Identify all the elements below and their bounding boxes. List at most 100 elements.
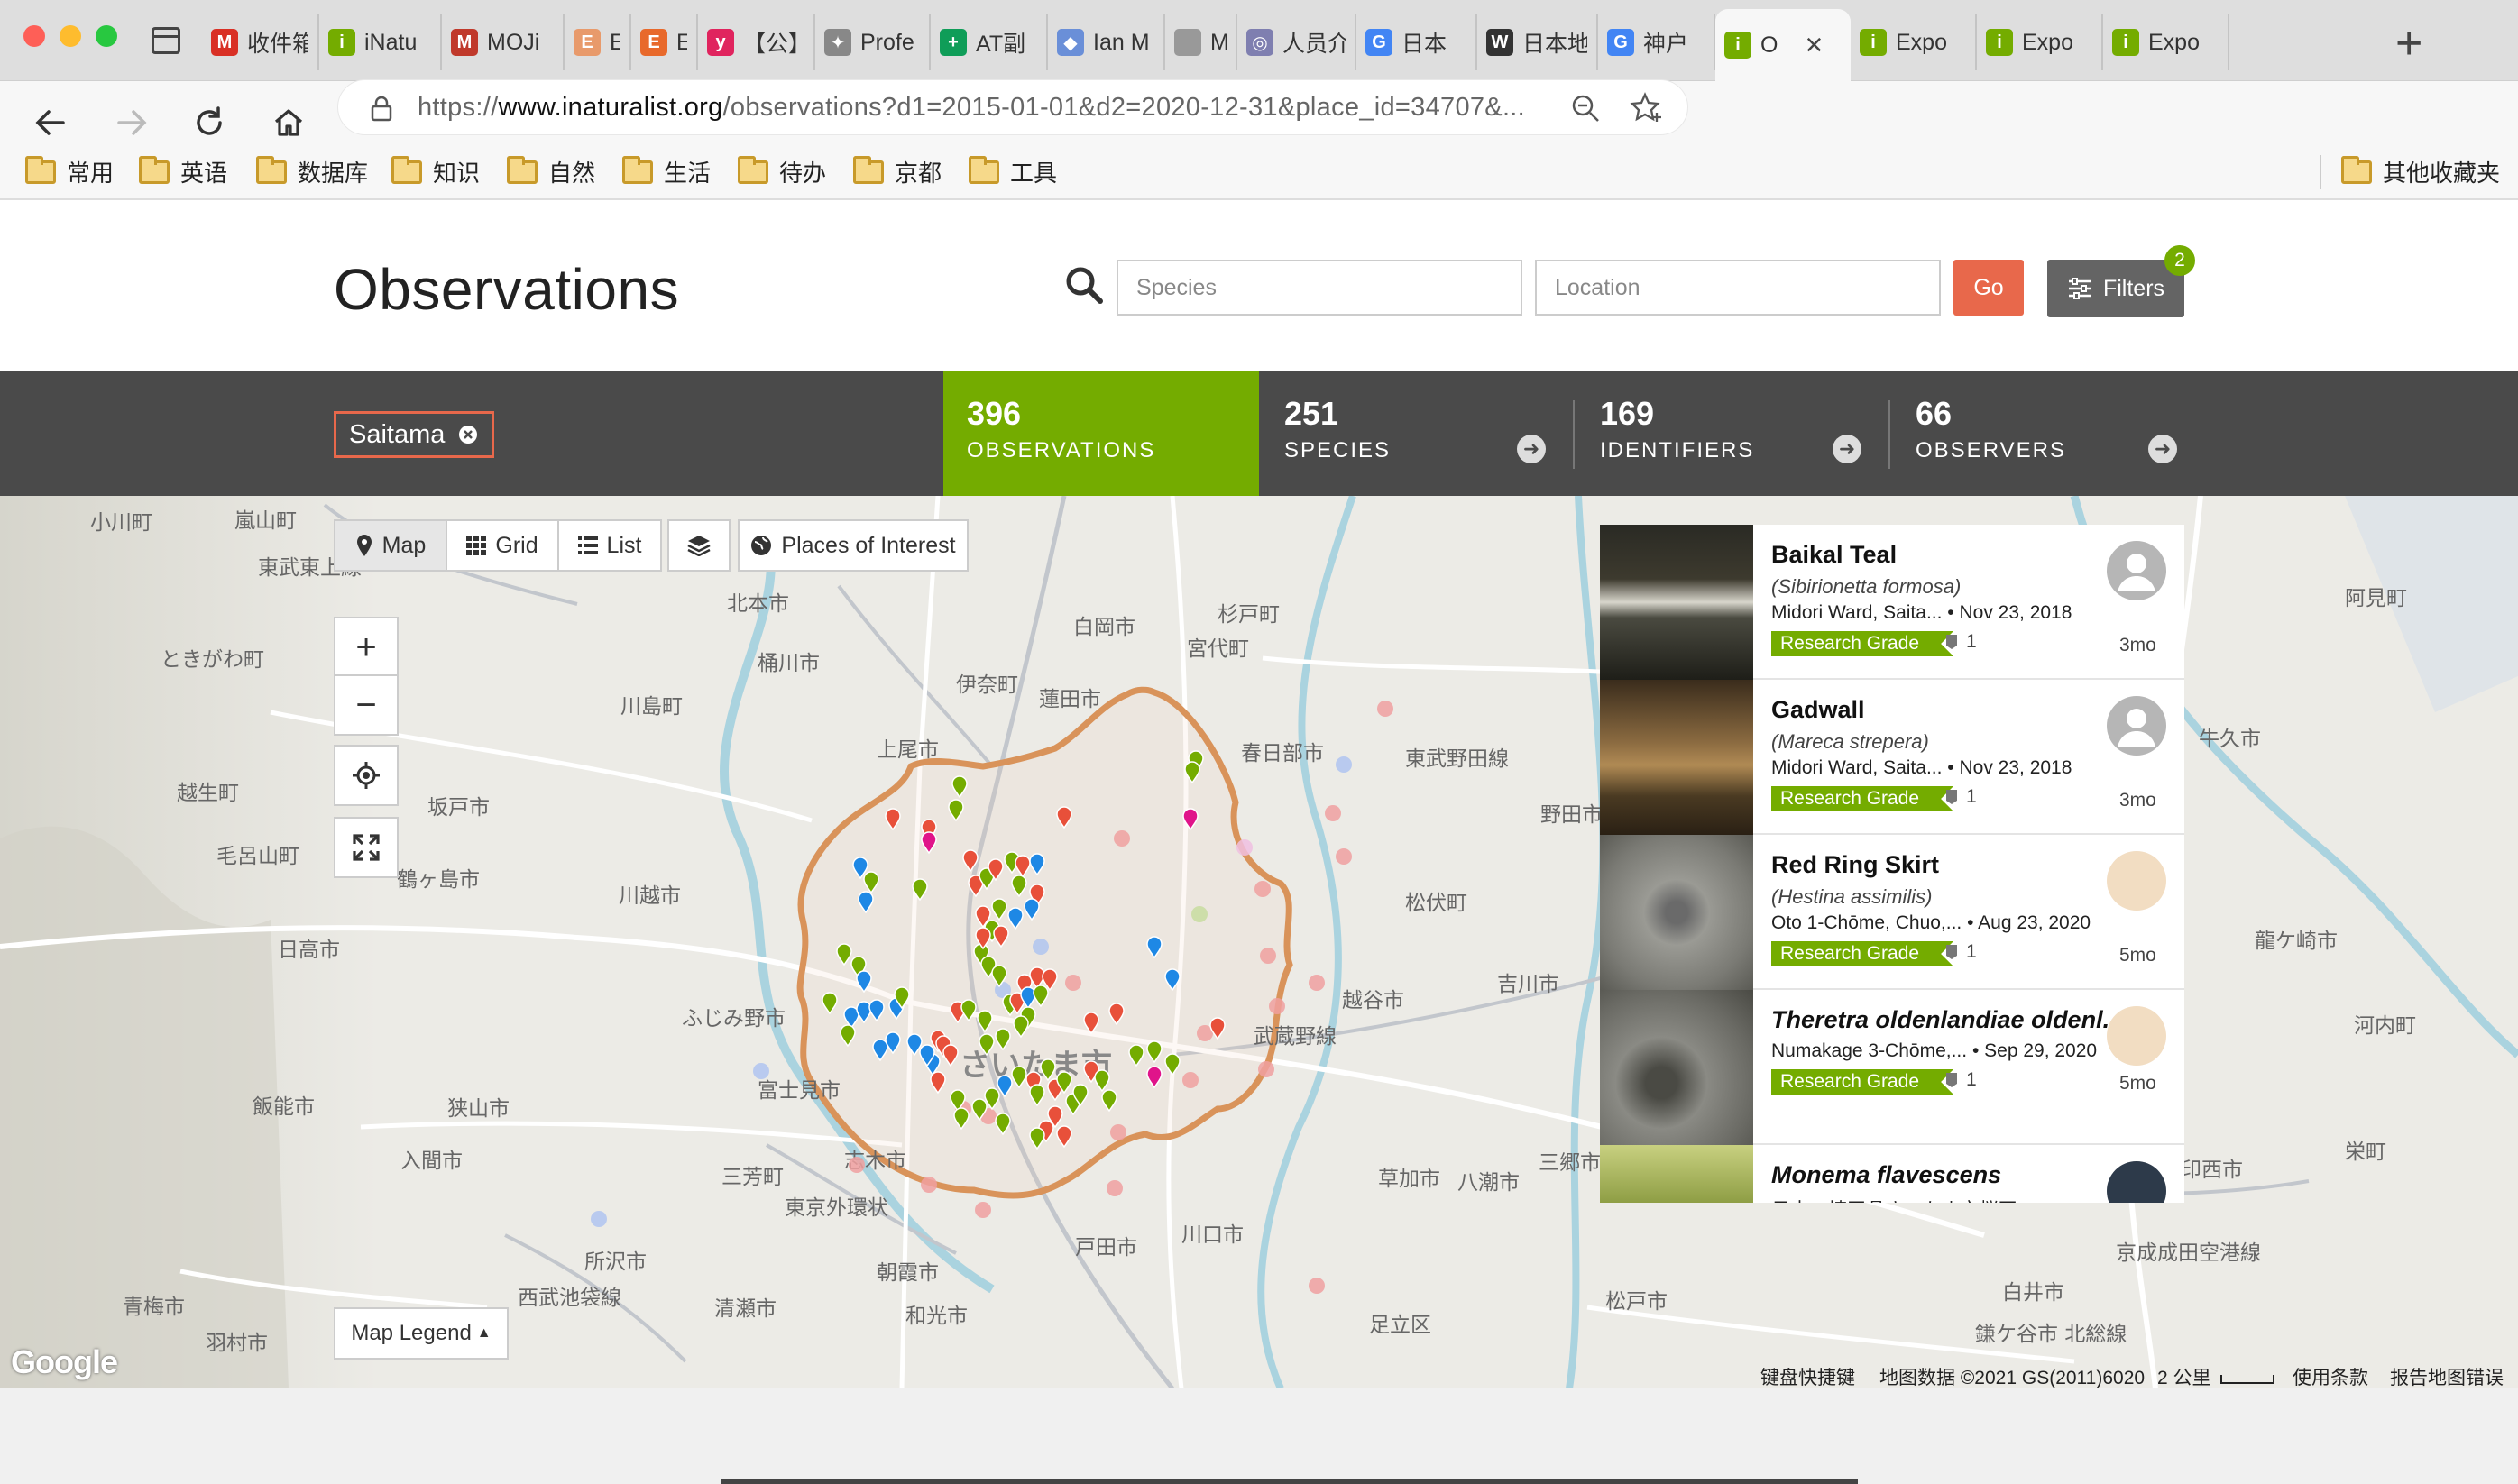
observation-marker[interactable] [856,1001,872,1024]
bookmark-folder[interactable]: 京都 [853,155,942,188]
observation-marker[interactable] [1094,1069,1110,1093]
zoom-out-button[interactable]: − [334,674,399,736]
observation-card[interactable]: Gadwall (Mareca strepera) Midori Ward, Sai… [1600,680,2184,835]
browser-tab[interactable]: i iNatu [319,14,442,70]
zoom-in-button[interactable]: + [334,617,399,678]
observation-photo[interactable] [1600,525,1753,680]
stat-tab-observations[interactable]: 396 OBSERVATIONS [943,371,1259,496]
observation-cluster-dot[interactable] [921,1177,937,1193]
filters-button[interactable]: Filters [2047,260,2184,317]
observation-cluster-dot[interactable] [1182,1072,1199,1088]
go-button[interactable]: Go [1953,260,2024,316]
observation-marker[interactable] [868,999,885,1022]
observation-cluster-dot[interactable] [1065,975,1081,991]
observation-name[interactable]: Red Ring Skirt [1771,851,1939,879]
forward-button[interactable] [106,97,157,148]
observation-marker[interactable] [1007,907,1024,930]
observation-marker[interactable] [1029,1127,1045,1150]
bookmark-folder[interactable]: 待办 [738,155,826,188]
observation-name[interactable]: Monema flavescens [1771,1161,2001,1189]
report-map-error-link[interactable]: 报告地图错误 [2390,1363,2504,1388]
observation-marker[interactable] [1182,808,1199,831]
observation-marker[interactable] [863,871,879,894]
browser-tab[interactable]: i Expo [1851,14,1977,70]
observation-marker[interactable] [1040,1058,1056,1082]
observer-avatar[interactable] [2107,696,2166,756]
observation-cluster-dot[interactable] [1309,1278,1325,1294]
fullscreen-button[interactable] [334,817,399,878]
observation-cluster-dot[interactable] [1107,1180,1123,1196]
observation-marker[interactable] [1011,1066,1027,1089]
reload-button[interactable] [184,97,234,148]
observation-cluster-dot[interactable] [1377,701,1393,717]
lock-icon[interactable] [369,95,394,122]
browser-tab[interactable]: E Effec [631,14,698,70]
observation-cluster-dot[interactable] [1191,906,1208,922]
stat-tab-species[interactable]: 251 SPECIES ➜ [1261,371,1576,496]
observation-cluster-dot[interactable] [1269,998,1285,1014]
observation-marker[interactable] [1146,1066,1163,1089]
remove-place-icon[interactable] [457,424,479,445]
observation-marker[interactable] [885,808,901,831]
bookmark-folder[interactable]: 自然 [507,155,595,188]
observation-marker[interactable] [1056,1125,1072,1149]
back-button[interactable] [25,97,76,148]
close-window-button[interactable] [23,25,45,47]
observation-marker[interactable] [885,1031,901,1055]
add-favorite-icon[interactable] [1630,91,1664,125]
observation-photo[interactable] [1600,990,1753,1145]
observation-list[interactable]: Baikal Teal (Sibirionetta formosa) Midori … [1600,525,2184,1203]
stat-tab-observers[interactable]: 66 OBSERVERS ➜ [1892,371,2208,496]
map-view-button[interactable]: Map [334,519,447,572]
observation-marker[interactable] [1029,853,1045,876]
observation-marker[interactable] [1056,806,1072,829]
observation-marker[interactable] [1146,1040,1163,1064]
observation-marker[interactable] [1013,1015,1029,1039]
places-of-interest-button[interactable]: Places of Interest [738,519,969,572]
observation-card[interactable]: Monema flavescens 日本、埼玉県さいたま市桜区 [1600,1145,2184,1203]
observation-marker[interactable] [912,878,928,902]
observation-cluster-dot[interactable] [1236,839,1253,856]
observation-cluster-dot[interactable] [753,1063,769,1079]
observation-cluster-dot[interactable] [849,1157,865,1173]
browser-tab[interactable]: W 日本地 [1477,14,1598,70]
grid-view-button[interactable]: Grid [446,519,559,572]
browser-tab[interactable]: ✦ Profe [815,14,931,70]
observation-marker[interactable] [942,1044,959,1067]
bookmark-folder[interactable]: 英语 [139,155,227,188]
observation-marker[interactable] [930,1071,946,1095]
browser-tab[interactable]: ◆ Ian M [1048,14,1165,70]
observation-marker[interactable] [1083,1012,1099,1035]
address-bar[interactable]: https://www.inaturalist.org/observations… [337,79,1688,135]
bookmark-folder[interactable]: 知识 [391,155,480,188]
browser-tab[interactable]: M MOJi [442,14,565,70]
observation-cluster-dot[interactable] [1258,1061,1274,1077]
observation-marker[interactable] [1128,1044,1144,1067]
map-layers-button[interactable] [667,519,731,572]
bookmark-folder[interactable]: 数据库 [256,155,368,188]
place-filter-chip[interactable]: Saitama [334,411,495,458]
close-tab-icon[interactable]: × [1805,28,1823,63]
observation-cluster-dot[interactable] [1309,975,1325,991]
observation-marker[interactable] [1024,898,1040,921]
observation-marker[interactable] [995,1113,1011,1136]
tab-actions-icon[interactable] [152,27,180,54]
bookmark-folder[interactable]: 常用 [25,155,114,188]
browser-tab[interactable]: G 神户 [1598,14,1715,70]
observation-cluster-dot[interactable] [1325,805,1341,821]
observer-avatar[interactable] [2107,1161,2166,1203]
observation-marker[interactable] [840,1024,856,1048]
observation-marker[interactable] [953,1107,970,1131]
observation-marker[interactable] [836,943,852,966]
observation-marker[interactable] [822,992,838,1015]
observation-cluster-dot[interactable] [1336,848,1352,865]
other-bookmarks-folder[interactable]: 其他收藏夹 [2341,155,2500,188]
browser-tab[interactable]: E Effec [565,14,631,70]
observation-marker[interactable] [948,799,964,822]
observation-marker[interactable] [960,999,977,1022]
observation-marker[interactable] [921,831,937,855]
observation-cluster-dot[interactable] [1336,756,1352,773]
bookmark-folder[interactable]: 生活 [622,155,711,188]
browser-tab[interactable]: y 【公】 [698,14,815,70]
maximize-window-button[interactable] [96,25,117,47]
